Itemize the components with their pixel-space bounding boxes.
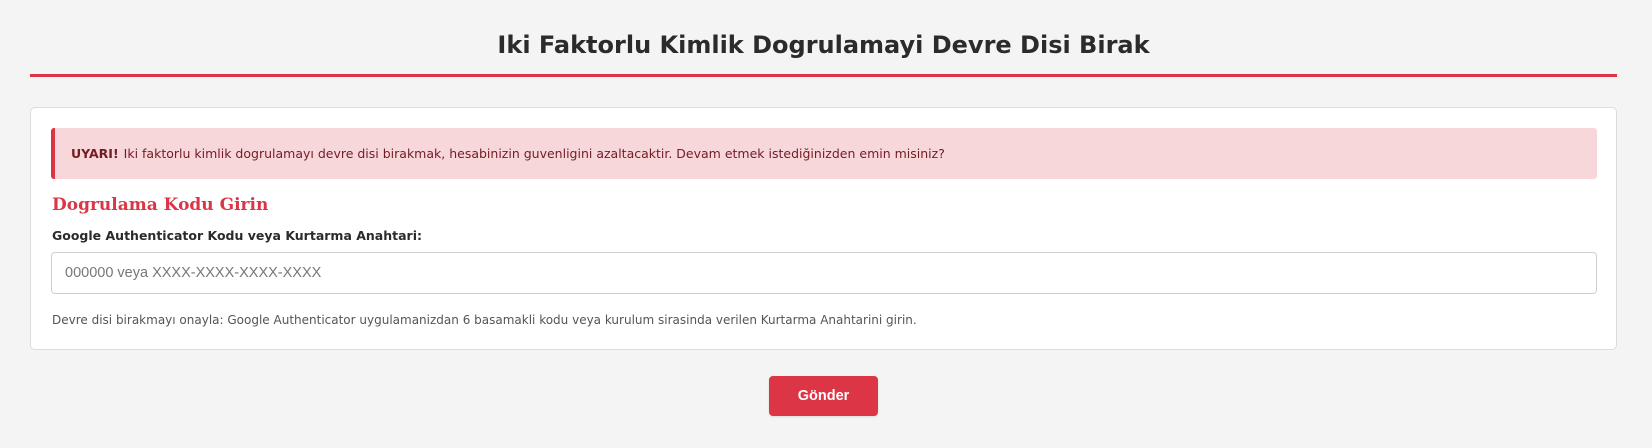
warning-label: UYARI!	[71, 146, 119, 161]
page-header: Iki Faktorlu Kimlik Dogrulamayi Devre Di…	[30, 0, 1617, 77]
form-card: UYARI! Iki faktorlu kimlik dogrulamayı d…	[30, 107, 1617, 350]
submit-button[interactable]: Gönder	[769, 376, 878, 416]
page: Iki Faktorlu Kimlik Dogrulamayi Devre Di…	[0, 0, 1652, 448]
section-title: Dogrulama Kodu Girin	[52, 195, 269, 215]
verification-code-input[interactable]	[51, 252, 1597, 294]
warning-message: Iki faktorlu kimlik dogrulamayı devre di…	[123, 146, 945, 161]
warning-alert: UYARI! Iki faktorlu kimlik dogrulamayı d…	[51, 128, 1597, 179]
page-title: Iki Faktorlu Kimlik Dogrulamayi Devre Di…	[497, 31, 1150, 59]
code-field-label: Google Authenticator Kodu veya Kurtarma …	[52, 228, 423, 243]
help-text: Devre disi birakmayı onayla: Google Auth…	[52, 313, 917, 327]
